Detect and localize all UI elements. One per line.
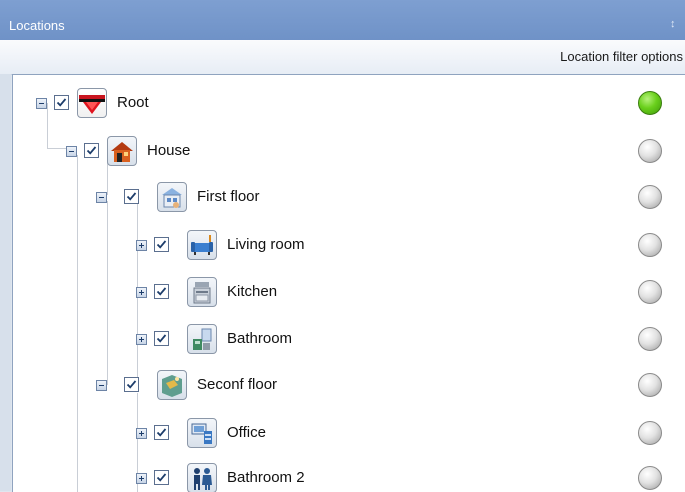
collapse-toggle[interactable] xyxy=(36,98,47,109)
expand-toggle[interactable] xyxy=(136,334,147,345)
tree-row-bathroom-2[interactable]: Bathroom 2 xyxy=(13,455,685,492)
tree-item-label: Living room xyxy=(227,236,305,253)
tree-row-first-floor[interactable]: First floor xyxy=(13,174,685,220)
tree-row-kitchen[interactable]: Kitchen xyxy=(13,269,685,315)
panel-title: Locations xyxy=(9,18,65,33)
sofa-icon xyxy=(187,230,217,260)
status-indicator xyxy=(638,280,662,304)
house-checkbox[interactable] xyxy=(84,143,99,158)
status-indicator xyxy=(638,139,662,163)
tree-item-label: Kitchen xyxy=(227,283,278,300)
side-strip xyxy=(0,74,11,491)
collapse-toggle[interactable] xyxy=(66,146,77,157)
status-indicator xyxy=(638,466,662,490)
kitchen-icon xyxy=(187,277,217,307)
tree-row-living-room[interactable]: Living room xyxy=(13,222,685,268)
tree-row-root[interactable]: Root xyxy=(13,80,685,126)
tree-item-label: Seconf floor xyxy=(197,376,278,393)
tree-item-label: Root xyxy=(117,94,149,111)
first-floor-checkbox[interactable] xyxy=(124,189,139,204)
root-flag-icon xyxy=(77,88,107,118)
tree-row-second-floor[interactable]: Seconf floor xyxy=(13,362,685,408)
expand-toggle[interactable] xyxy=(136,287,147,298)
office-icon xyxy=(187,418,217,448)
status-indicator xyxy=(638,185,662,209)
root-checkbox[interactable] xyxy=(54,95,69,110)
tree-item-label: First floor xyxy=(197,188,260,205)
tree-row-office[interactable]: Office xyxy=(13,410,685,456)
expand-toggle[interactable] xyxy=(136,473,147,484)
floor-icon xyxy=(157,370,187,400)
tree-item-label: Office xyxy=(227,424,266,441)
second-floor-checkbox[interactable] xyxy=(124,377,139,392)
collapse-toggle[interactable] xyxy=(96,380,107,391)
tree-row-house[interactable]: House xyxy=(13,128,685,174)
status-indicator xyxy=(638,91,662,115)
panel-title-bar: Locations ↕ xyxy=(0,0,685,40)
pin-icon[interactable]: ↕ xyxy=(670,18,676,30)
status-indicator xyxy=(638,421,662,445)
kitchen-checkbox[interactable] xyxy=(154,284,169,299)
tree-item-label: Bathroom 2 xyxy=(227,469,305,486)
bathroom-2-checkbox[interactable] xyxy=(154,470,169,485)
tree-row-bathroom[interactable]: Bathroom xyxy=(13,316,685,362)
status-indicator xyxy=(638,373,662,397)
floor-icon xyxy=(157,182,187,212)
tree-item-label: Bathroom xyxy=(227,330,293,347)
people-icon xyxy=(187,463,217,492)
bathroom-icon xyxy=(187,324,217,354)
location-tree: Root House First floor Living room Kitch… xyxy=(12,74,685,492)
filter-bar: Location filter options xyxy=(0,40,685,75)
collapse-toggle[interactable] xyxy=(96,192,107,203)
tree-item-label: House xyxy=(147,142,191,159)
bathroom-checkbox[interactable] xyxy=(154,331,169,346)
expand-toggle[interactable] xyxy=(136,240,147,251)
expand-toggle[interactable] xyxy=(136,428,147,439)
living-room-checkbox[interactable] xyxy=(154,237,169,252)
status-indicator xyxy=(638,233,662,257)
location-filter-options-button[interactable]: Location filter options xyxy=(560,49,683,64)
status-indicator xyxy=(638,327,662,351)
office-checkbox[interactable] xyxy=(154,425,169,440)
house-icon xyxy=(107,136,137,166)
